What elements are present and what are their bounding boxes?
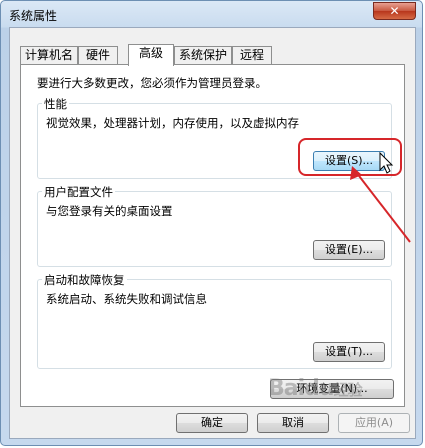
tab-advanced[interactable]: 高级 bbox=[128, 44, 174, 66]
baidu-watermark: Baidu经验 bbox=[268, 376, 363, 401]
